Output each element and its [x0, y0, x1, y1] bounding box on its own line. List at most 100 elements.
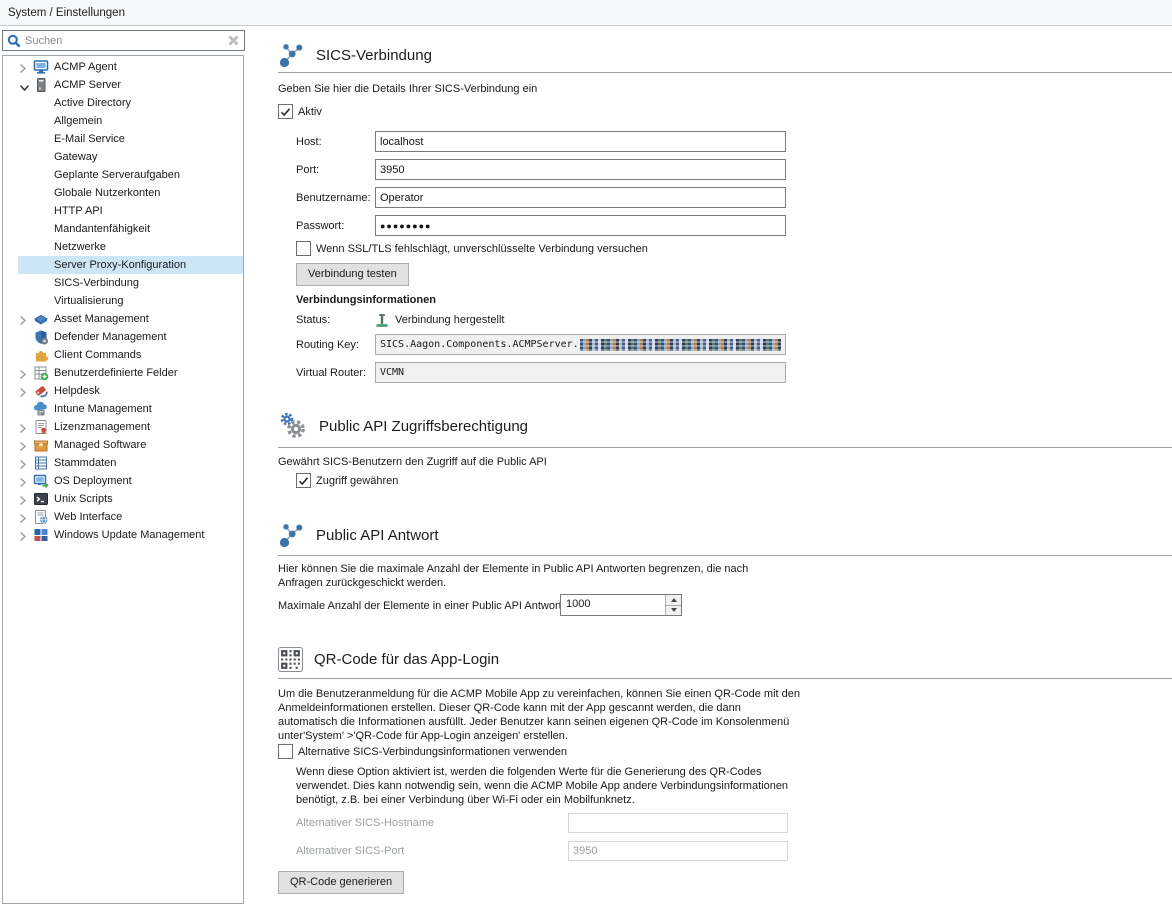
- grant-access-row: Zugriff gewähren: [296, 473, 398, 488]
- section-header-api-access: Public API Zugriffsberechtigung: [278, 405, 1172, 448]
- tree-item[interactable]: Windows Update Management: [3, 526, 243, 544]
- tree-item[interactable]: Client Commands: [3, 346, 243, 364]
- tree-item-label: Server Proxy-Konfiguration: [54, 256, 186, 274]
- client-commands-icon: [33, 347, 49, 363]
- port-input[interactable]: [375, 159, 786, 180]
- tree-item[interactable]: Active Directory: [3, 94, 243, 112]
- connected-status-icon: [375, 312, 389, 328]
- spin-down-button[interactable]: [666, 605, 681, 616]
- qr-note-line3: benötigt, z.B. bei einer Verbindung über…: [296, 793, 635, 807]
- tree-item-label: Netzwerke: [54, 238, 106, 256]
- generate-qr-button[interactable]: QR-Code generieren: [278, 871, 404, 894]
- aktiv-checkbox[interactable]: [278, 104, 293, 119]
- section-title: QR-Code für das App-Login: [314, 651, 499, 668]
- password-label: Passwort:: [296, 220, 375, 232]
- expand-chevron-icon[interactable]: [19, 79, 30, 91]
- api-access-description: Gewährt SICS-Benutzern den Zugriff auf d…: [278, 455, 547, 469]
- web-interface-icon: [33, 509, 49, 525]
- acmp-server-icon: [33, 77, 49, 93]
- host-input[interactable]: [375, 131, 786, 152]
- virtual-router-label: Virtual Router:: [296, 367, 375, 379]
- expand-chevron-icon[interactable]: [19, 493, 30, 505]
- expand-chevron-icon[interactable]: [19, 475, 30, 487]
- test-connection-button[interactable]: Verbindung testen: [296, 263, 409, 286]
- helpdesk-icon: [33, 383, 49, 399]
- aktiv-checkbox-row: Aktiv: [278, 104, 322, 119]
- tree-item[interactable]: SICS-Verbindung: [3, 274, 243, 292]
- intune-management-icon: [33, 401, 49, 417]
- expand-chevron-icon[interactable]: [19, 367, 30, 379]
- stammdaten-icon: [33, 455, 49, 471]
- tree-item[interactable]: Web Interface: [3, 508, 243, 526]
- expand-chevron-icon[interactable]: [19, 529, 30, 541]
- alt-sics-checkbox[interactable]: [278, 744, 293, 759]
- alt-port-input[interactable]: [568, 841, 788, 861]
- search-icon: [7, 34, 21, 48]
- sidebar-search: [2, 30, 245, 51]
- username-input[interactable]: [375, 187, 786, 208]
- routing-key-redacted: [580, 339, 781, 351]
- search-input[interactable]: [25, 35, 223, 47]
- qr-paragraph-line4: unter'System' >'QR-Code für App-Login an…: [278, 729, 568, 743]
- tree-item[interactable]: Virtualisierung: [3, 292, 243, 310]
- tree-item[interactable]: Geplante Serveraufgaben: [3, 166, 243, 184]
- tree-item[interactable]: Defender Management: [3, 328, 243, 346]
- tree-item[interactable]: Managed Software: [3, 436, 243, 454]
- tree-item[interactable]: Gateway: [3, 148, 243, 166]
- routing-key-label: Routing Key:: [296, 339, 375, 351]
- windows-update-management-icon: [33, 527, 49, 543]
- tree-item-label: Web Interface: [54, 508, 122, 526]
- status-label: Status:: [296, 314, 375, 326]
- tree-item-label: Asset Management: [54, 310, 149, 328]
- tree-item[interactable]: Benutzerdefinierte Felder: [3, 364, 243, 382]
- ssl-fallback-checkbox[interactable]: [296, 241, 311, 256]
- tree-item[interactable]: ACMP Server: [3, 76, 243, 94]
- tree-item[interactable]: Server Proxy-Konfiguration: [3, 256, 243, 274]
- alt-sics-row: Alternative SICS-Verbindungsinformatione…: [278, 744, 567, 759]
- connection-info-heading: Verbindungsinformationen: [296, 293, 436, 307]
- breadcrumb-bar: System / Einstellungen: [0, 0, 1172, 26]
- alt-hostname-input[interactable]: [568, 813, 788, 833]
- qr-code-icon: [278, 647, 303, 672]
- tree-item[interactable]: HTTP API: [3, 202, 243, 220]
- tree-item[interactable]: Unix Scripts: [3, 490, 243, 508]
- max-elements-spinner[interactable]: 1000: [560, 594, 682, 616]
- tree-item[interactable]: Stammdaten: [3, 454, 243, 472]
- tree-item[interactable]: OS Deployment: [3, 472, 243, 490]
- tree-item-label: Globale Nutzerkonten: [54, 184, 160, 202]
- expand-chevron-icon[interactable]: [19, 421, 30, 433]
- tree-item[interactable]: Globale Nutzerkonten: [3, 184, 243, 202]
- tree-item[interactable]: Helpdesk: [3, 382, 243, 400]
- qr-paragraph-line3: automatisch die Informationen ausfüllt. …: [278, 715, 789, 729]
- host-label: Host:: [296, 136, 375, 148]
- status-value: Verbindung hergestellt: [395, 314, 504, 326]
- tree-item[interactable]: ACMP Agent: [3, 58, 243, 76]
- grant-access-checkbox[interactable]: [296, 473, 311, 488]
- lizenzmanagement-icon: [33, 419, 49, 435]
- expand-chevron-icon[interactable]: [19, 439, 30, 451]
- qr-note-line2: verwendet. Dies kann notwendig sein, wen…: [296, 779, 788, 793]
- expand-chevron-icon[interactable]: [19, 457, 30, 469]
- section-title: SICS-Verbindung: [316, 47, 432, 64]
- spin-up-button[interactable]: [666, 595, 681, 605]
- username-label: Benutzername:: [296, 192, 375, 204]
- tree-item[interactable]: Allgemein: [3, 112, 243, 130]
- expand-chevron-icon[interactable]: [19, 313, 30, 325]
- tree-item[interactable]: Mandantenfähigkeit: [3, 220, 243, 238]
- expand-chevron-icon[interactable]: [19, 61, 30, 73]
- routing-key-field: SICS.Aagon.Components.ACMPServer.: [375, 334, 786, 355]
- expand-chevron-icon[interactable]: [19, 511, 30, 523]
- ssl-fallback-row: Wenn SSL/TLS fehlschlägt, unverschlüssel…: [296, 241, 648, 256]
- tree-item[interactable]: Netzwerke: [3, 238, 243, 256]
- clear-search-icon[interactable]: [227, 34, 240, 47]
- expand-chevron-icon[interactable]: [19, 385, 30, 397]
- tree-item[interactable]: E-Mail Service: [3, 130, 243, 148]
- tree-item[interactable]: Lizenzmanagement: [3, 418, 243, 436]
- section-header-qr: QR-Code für das App-Login: [278, 640, 1172, 679]
- tree-item-label: Defender Management: [54, 328, 167, 346]
- tree-item[interactable]: Asset Management: [3, 310, 243, 328]
- password-input[interactable]: [375, 215, 786, 236]
- tree-item[interactable]: Intune Management: [3, 400, 243, 418]
- tree-item-label: Benutzerdefinierte Felder: [54, 364, 178, 382]
- ssl-fallback-label: Wenn SSL/TLS fehlschlägt, unverschlüssel…: [316, 243, 648, 255]
